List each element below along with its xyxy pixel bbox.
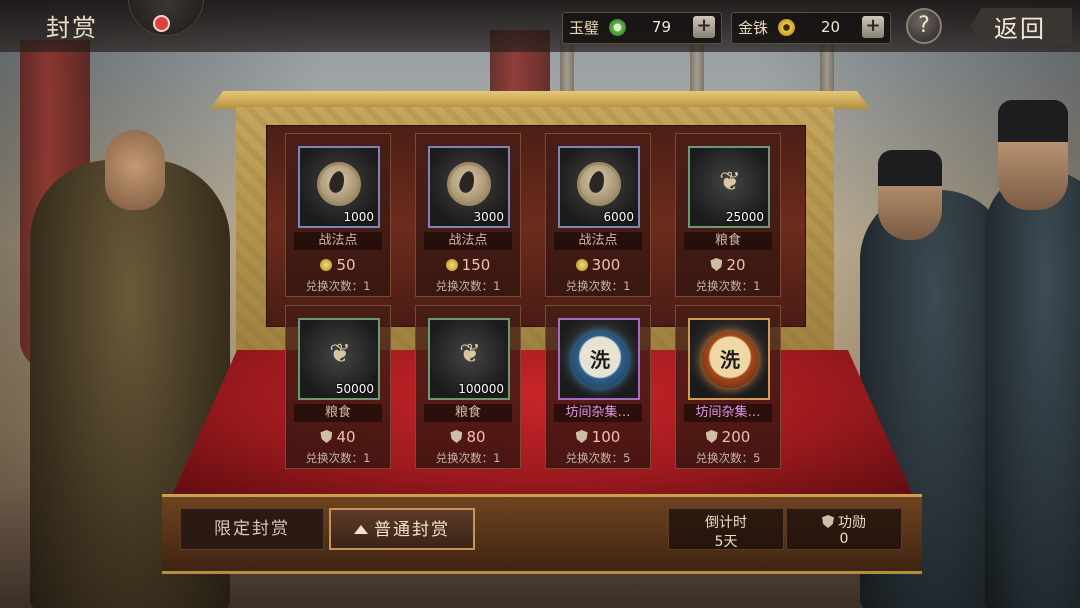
reward-cost: 300 bbox=[546, 256, 650, 274]
reward-cost: 20 bbox=[676, 256, 780, 274]
reward-icon-frame: ❦ 50000 bbox=[298, 318, 380, 400]
merit-icon bbox=[575, 430, 588, 443]
reward-name: 坊间杂集… bbox=[554, 404, 642, 422]
reward-card[interactable]: 6000 战法点 300 兑换次数：1 bbox=[545, 133, 651, 297]
gold-value: 20 bbox=[820, 18, 840, 36]
tab-limited-reward[interactable]: 限定封赏 bbox=[180, 508, 324, 550]
gold-coin-icon bbox=[445, 259, 458, 271]
reward-cost: 200 bbox=[676, 428, 780, 446]
top-bar: 封赏 玉璧 79 + 金铢 20 + ? 返回 bbox=[0, 0, 1080, 52]
reset-scroll-icon: 洗 bbox=[702, 332, 758, 388]
reward-quantity: 3000 bbox=[473, 210, 504, 224]
reward-quantity: 1000 bbox=[343, 210, 374, 224]
jade-label: 玉璧 bbox=[569, 19, 600, 37]
reward-name: 坊间杂集… bbox=[684, 404, 772, 422]
reward-card[interactable]: 洗 坊间杂集… 200 兑换次数：5 bbox=[675, 305, 781, 469]
reward-card[interactable]: ❦ 50000 粮食 40 兑换次数：1 bbox=[285, 305, 391, 469]
exchange-count: 兑换次数：5 bbox=[695, 451, 761, 465]
official-head-far-right bbox=[998, 100, 1068, 210]
grain-icon: ❦ bbox=[459, 339, 481, 369]
merit-icon bbox=[450, 430, 463, 443]
reward-quantity: 50000 bbox=[335, 382, 374, 396]
countdown-value: 5天 bbox=[714, 534, 738, 550]
gold-coin-icon bbox=[575, 259, 588, 271]
merit-icon bbox=[705, 430, 718, 443]
merit-icon bbox=[320, 430, 333, 443]
cabinet-velvet bbox=[170, 350, 915, 500]
gold-resource: 金铢 20 + bbox=[731, 12, 891, 44]
back-button[interactable]: 返回 bbox=[994, 9, 1046, 44]
exchange-count: 兑换次数：1 bbox=[435, 279, 501, 293]
tactic-point-icon bbox=[447, 162, 491, 206]
reward-quantity: 100000 bbox=[458, 382, 504, 396]
reward-icon-frame: 洗 bbox=[688, 318, 770, 400]
add-jade-button[interactable]: + bbox=[693, 16, 715, 38]
reward-icon-frame: ❦ 100000 bbox=[428, 318, 510, 400]
countdown-box: 倒计时 5天 bbox=[668, 508, 784, 550]
reward-name: 粮食 bbox=[684, 232, 772, 250]
reward-name: 粮食 bbox=[294, 404, 382, 422]
reward-name: 战法点 bbox=[554, 232, 642, 250]
reward-icon-frame: 1000 bbox=[298, 146, 380, 228]
gold-coin-icon bbox=[778, 19, 795, 36]
exchange-count: 兑换次数：1 bbox=[305, 451, 371, 465]
exchange-count: 兑换次数：1 bbox=[565, 279, 631, 293]
exchange-count: 兑换次数：1 bbox=[305, 279, 371, 293]
reward-quantity: 6000 bbox=[603, 210, 634, 224]
reward-cost: 40 bbox=[286, 428, 390, 446]
reward-cost: 80 bbox=[416, 428, 520, 446]
exchange-count: 兑换次数：5 bbox=[565, 451, 631, 465]
merit-box: 功勋 0 bbox=[786, 508, 902, 550]
triangle-up-icon bbox=[354, 525, 368, 534]
reward-quantity: 25000 bbox=[725, 210, 764, 224]
tactic-point-icon bbox=[317, 162, 361, 206]
gold-coin-icon bbox=[320, 259, 333, 271]
merit-value: 0 bbox=[839, 531, 849, 547]
merit-label-row: 功勋 bbox=[787, 512, 901, 532]
reward-icon-frame: 3000 bbox=[428, 146, 510, 228]
reward-name: 粮食 bbox=[424, 404, 512, 422]
reward-icon-frame: 洗 bbox=[558, 318, 640, 400]
official-figure-far-right bbox=[985, 170, 1080, 608]
reward-card[interactable]: 3000 战法点 150 兑换次数：1 bbox=[415, 133, 521, 297]
grain-icon: ❦ bbox=[719, 167, 741, 197]
reward-card[interactable]: 1000 战法点 50 兑换次数：1 bbox=[285, 133, 391, 297]
tactic-point-icon bbox=[577, 162, 621, 206]
notification-dot bbox=[153, 15, 170, 32]
countdown-label: 倒计时 bbox=[705, 515, 747, 531]
reward-icon-frame: 6000 bbox=[558, 146, 640, 228]
help-button[interactable]: ? bbox=[906, 8, 942, 44]
reward-cost: 100 bbox=[546, 428, 650, 446]
page-title: 封赏 bbox=[46, 14, 98, 42]
reward-card[interactable]: ❦ 25000 粮食 20 兑换次数：1 bbox=[675, 133, 781, 297]
reward-cost: 50 bbox=[286, 256, 390, 274]
gold-label: 金铢 bbox=[738, 19, 769, 37]
jade-coin-icon bbox=[609, 19, 626, 36]
reward-name: 战法点 bbox=[424, 232, 512, 250]
jade-value: 79 bbox=[651, 18, 671, 36]
official-head-right bbox=[878, 150, 942, 240]
tab-normal-reward[interactable]: 普通封赏 bbox=[329, 508, 475, 550]
grain-icon: ❦ bbox=[329, 339, 351, 369]
reward-name: 战法点 bbox=[294, 232, 382, 250]
merit-icon bbox=[710, 258, 723, 271]
reset-scroll-icon: 洗 bbox=[572, 332, 628, 388]
exchange-count: 兑换次数：1 bbox=[695, 279, 761, 293]
add-gold-button[interactable]: + bbox=[862, 16, 884, 38]
official-head-left bbox=[105, 130, 165, 210]
merit-icon bbox=[822, 515, 834, 528]
exchange-count: 兑换次数：1 bbox=[435, 451, 501, 465]
jade-resource: 玉璧 79 + bbox=[562, 12, 722, 44]
reward-icon-frame: ❦ 25000 bbox=[688, 146, 770, 228]
reward-card[interactable]: ❦ 100000 粮食 80 兑换次数：1 bbox=[415, 305, 521, 469]
reward-card[interactable]: 洗 坊间杂集… 100 兑换次数：5 bbox=[545, 305, 651, 469]
reward-cost: 150 bbox=[416, 256, 520, 274]
